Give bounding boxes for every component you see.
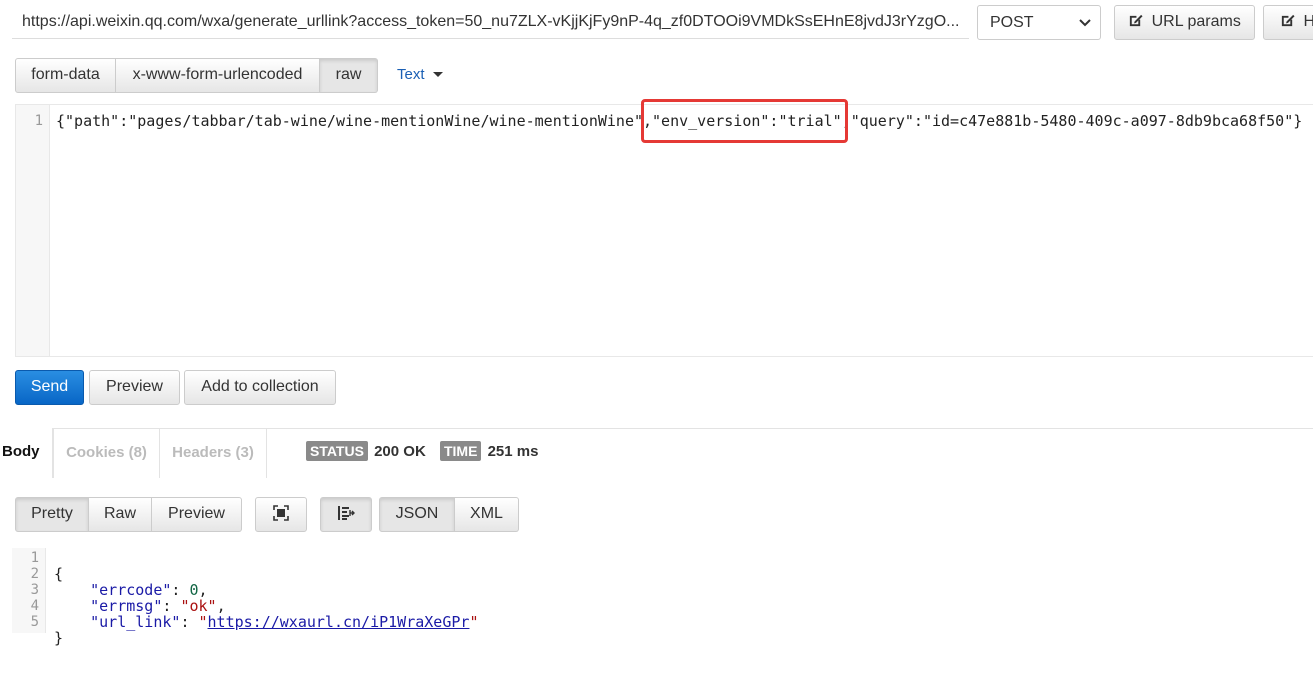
edit-icon: [1130, 14, 1143, 27]
wrap-lines-icon: [338, 506, 355, 520]
send-label: Send: [30, 378, 69, 395]
tab-response-cookies-label: Cookies (8): [66, 444, 147, 461]
status-tag: STATUS: [306, 441, 368, 461]
view-pretty-label: Pretty: [31, 505, 73, 522]
method-select[interactable]: POST: [977, 5, 1101, 40]
fullscreen-icon: [273, 505, 289, 521]
text-type-dropdown[interactable]: Text: [397, 63, 443, 87]
response-gutter: 1 2 3 4 5: [12, 548, 46, 633]
line-number: 5: [30, 614, 39, 630]
fullscreen-button[interactable]: [255, 497, 307, 532]
response-body-viewer[interactable]: 1 2 3 4 5 { "errcode": 0, "errmsg": "ok"…: [12, 548, 1313, 646]
editor-gutter: 1: [16, 105, 50, 356]
headers-button[interactable]: H: [1263, 5, 1313, 40]
url-input[interactable]: https://api.weixin.qq.com/wxa/generate_u…: [12, 5, 969, 39]
add-to-collection-label: Add to collection: [201, 378, 319, 395]
response-code: { "errcode": 0, "errmsg": "ok", "url_lin…: [54, 550, 478, 678]
time-value: 251 ms: [487, 443, 539, 460]
json-open-brace: {: [54, 565, 64, 583]
view-preview-label: Preview: [168, 505, 225, 522]
status-value: 200 OK: [374, 443, 426, 460]
json-line-errcode: "errcode": 0,: [90, 581, 208, 599]
json-key: "url_link": [90, 613, 181, 631]
view-pretty-button[interactable]: Pretty: [15, 497, 89, 532]
format-xml-button[interactable]: XML: [455, 497, 519, 532]
add-to-collection-button[interactable]: Add to collection: [184, 370, 336, 405]
highlight-box: [641, 99, 848, 143]
view-raw-button[interactable]: Raw: [89, 497, 152, 532]
url-text: https://api.weixin.qq.com/wxa/generate_u…: [22, 13, 960, 30]
tab-raw[interactable]: raw: [320, 58, 378, 93]
line-number: 4: [30, 598, 39, 614]
format-json-button[interactable]: JSON: [379, 497, 455, 532]
format-json-label: JSON: [395, 505, 439, 522]
method-value: POST: [990, 14, 1034, 31]
preview-label: Preview: [106, 378, 163, 395]
format-xml-label: XML: [470, 505, 503, 522]
line-number: 1: [30, 550, 39, 566]
send-button[interactable]: Send: [15, 370, 84, 405]
line-number: 1: [34, 113, 43, 129]
edit-icon: [1281, 14, 1295, 27]
text-type-label: Text: [397, 66, 425, 83]
preview-button[interactable]: Preview: [89, 370, 180, 405]
code-segment-path: {"path":"pages/tabbar/tab-wine/wine-ment…: [56, 112, 653, 130]
json-close-brace: }: [54, 629, 64, 647]
url-params-button[interactable]: URL params: [1114, 5, 1255, 40]
headers-label: H: [1303, 13, 1313, 30]
tab-raw-label: raw: [335, 66, 362, 83]
chevron-down-icon: [1079, 19, 1091, 27]
line-number: 2: [30, 566, 39, 582]
tab-response-cookies[interactable]: Cookies (8): [53, 428, 160, 478]
caret-down-icon: [432, 72, 443, 77]
code-segment-query: "query":"id=c47e881b-5480-409c-a097-8db9…: [850, 112, 1303, 130]
view-raw-label: Raw: [103, 505, 136, 522]
view-preview-button[interactable]: Preview: [152, 497, 242, 532]
wrap-lines-button[interactable]: [320, 497, 372, 532]
tab-urlencoded[interactable]: x-www-form-urlencoded: [116, 58, 320, 93]
line-number: 3: [30, 582, 39, 598]
json-line-url-link: "url_link": "https://wxaurl.cn/iP1WraXeG…: [90, 613, 479, 631]
url-link[interactable]: https://wxaurl.cn/iP1WraXeGPr: [208, 613, 470, 631]
tab-response-headers-label: Headers (3): [172, 444, 254, 461]
url-params-label: URL params: [1151, 13, 1241, 30]
tab-response-body-label: Body: [2, 443, 40, 460]
time-tag: TIME: [439, 441, 482, 461]
tab-response-headers[interactable]: Headers (3): [160, 428, 267, 478]
tab-response-body[interactable]: Body: [0, 428, 53, 478]
tab-form-data-label: form-data: [31, 66, 100, 83]
json-line-errmsg: "errmsg": "ok",: [90, 597, 226, 615]
tab-form-data[interactable]: form-data: [15, 58, 116, 93]
status-bar: STATUS 200 OK TIME 251 ms: [306, 441, 538, 463]
tab-urlencoded-label: x-www-form-urlencoded: [132, 66, 303, 83]
